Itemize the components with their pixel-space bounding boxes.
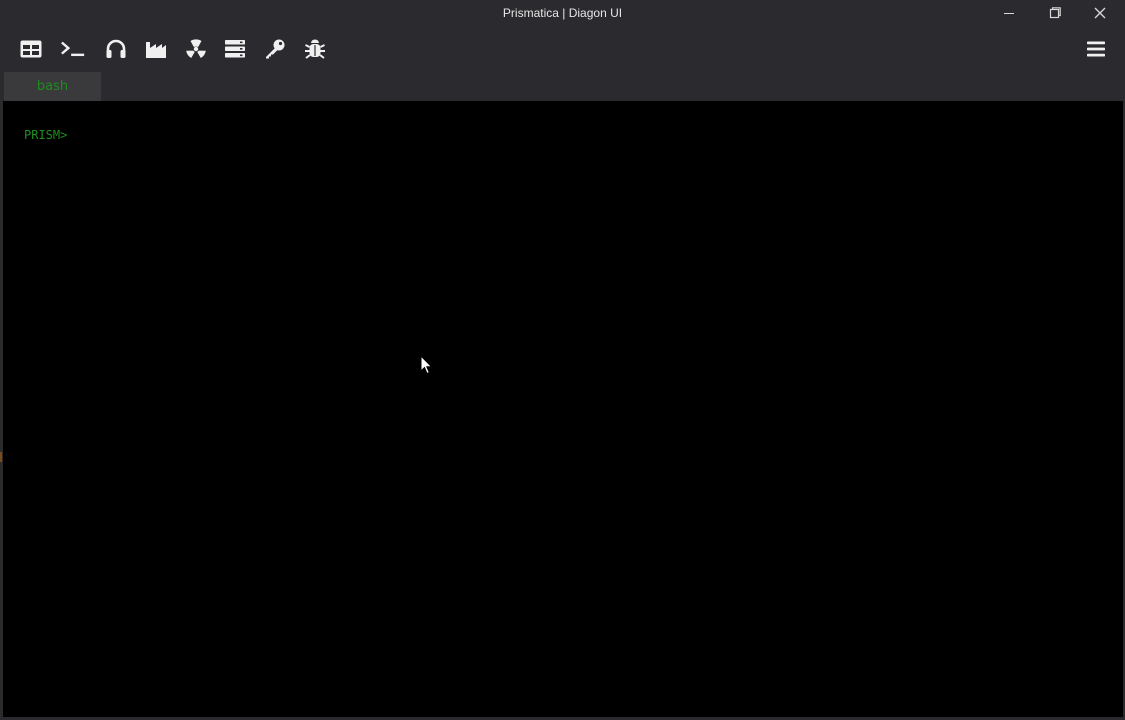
table-icon	[20, 40, 42, 58]
factory-icon	[146, 42, 166, 58]
terminal-icon	[61, 41, 85, 57]
key-icon	[266, 39, 285, 59]
app-window: Prismatica | Diagon UI bash PRISM>	[0, 0, 1125, 720]
tab-strip: bash	[0, 72, 1125, 101]
radiation-button[interactable]	[183, 36, 209, 62]
terminal-area[interactable]: PRISM>	[3, 101, 1123, 717]
close-button[interactable]	[1077, 0, 1123, 26]
audio-button[interactable]	[103, 36, 129, 62]
maximize-button[interactable]	[1032, 0, 1078, 26]
mouse-pointer-icon	[420, 355, 433, 375]
main-menu-button[interactable]	[1083, 36, 1109, 62]
terminal-prompt: PRISM>	[24, 128, 68, 142]
headphones-icon	[106, 39, 126, 58]
tab-bash[interactable]: bash	[4, 72, 101, 101]
minimize-button[interactable]	[986, 0, 1032, 26]
hamburger-menu-icon	[1087, 41, 1105, 57]
table-button[interactable]	[18, 36, 44, 62]
minimize-icon	[1004, 13, 1014, 14]
toolbar	[0, 26, 1125, 72]
debug-button[interactable]	[302, 36, 328, 62]
close-icon	[1094, 7, 1106, 19]
key-button[interactable]	[262, 36, 288, 62]
resize-marker	[0, 452, 2, 462]
terminal-button[interactable]	[60, 36, 86, 62]
radiation-icon	[186, 39, 206, 58]
bug-icon	[305, 39, 325, 59]
restore-icon	[1049, 7, 1061, 19]
server-button[interactable]	[222, 36, 248, 62]
factory-button[interactable]	[143, 36, 169, 62]
server-icon	[225, 40, 245, 58]
title-bar[interactable]: Prismatica | Diagon UI	[0, 0, 1125, 26]
window-title: Prismatica | Diagon UI	[502, 6, 623, 20]
